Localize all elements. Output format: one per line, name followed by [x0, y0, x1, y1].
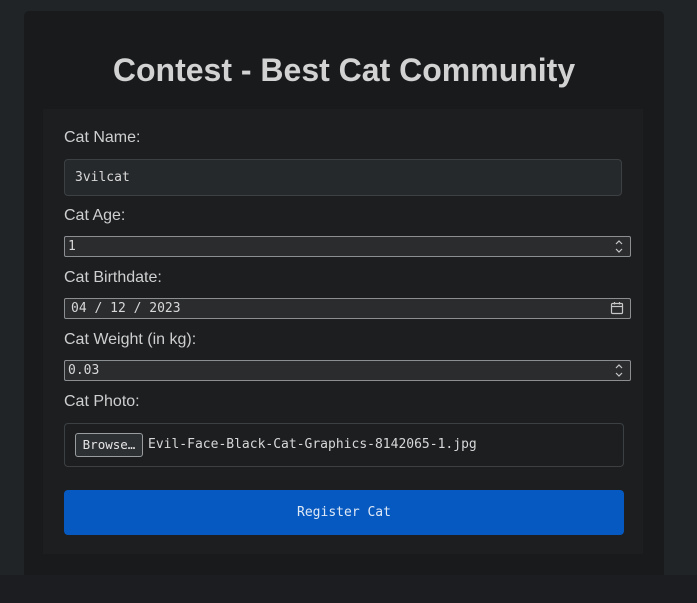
- photo-filename: Evil-Face-Black-Cat-Graphics-8142065-1.j…: [148, 437, 477, 452]
- cat-name-label: Cat Name:: [64, 129, 141, 146]
- spinner-arrows-icon[interactable]: [614, 238, 624, 255]
- cat-photo-input[interactable]: Browse… Evil-Face-Black-Cat-Graphics-814…: [64, 423, 624, 467]
- page-title: Contest - Best Cat Community: [112, 52, 576, 88]
- calendar-icon[interactable]: [610, 301, 624, 315]
- birthdate-month[interactable]: 04: [71, 301, 87, 316]
- browse-button[interactable]: Browse…: [75, 433, 143, 457]
- cat-birthdate-input[interactable]: 04 / 12 / 2023: [64, 298, 631, 319]
- cat-birthdate-label: Cat Birthdate:: [64, 269, 162, 286]
- cat-weight-value: 0.03: [68, 363, 100, 378]
- cat-age-label: Cat Age:: [64, 207, 126, 224]
- cat-weight-input[interactable]: 0.03: [64, 360, 631, 381]
- registration-card: Contest - Best Cat Community Cat Name: 3…: [24, 11, 664, 575]
- cat-weight-label: Cat Weight (in kg):: [64, 331, 197, 348]
- registration-form: Cat Name: 3vilcat Cat Age: 1 Cat Birthda…: [43, 109, 643, 554]
- cat-name-input[interactable]: 3vilcat: [64, 159, 622, 196]
- page-footer-strip: [0, 575, 697, 603]
- register-cat-button[interactable]: Register Cat: [64, 490, 624, 535]
- birthdate-value: 04 / 12 / 2023: [71, 299, 181, 318]
- spinner-arrows-icon[interactable]: [614, 362, 624, 379]
- cat-name-value: 3vilcat: [75, 170, 130, 185]
- cat-age-value: 1: [68, 239, 76, 254]
- cat-photo-label: Cat Photo:: [64, 393, 140, 410]
- birthdate-day[interactable]: 12: [110, 301, 126, 316]
- cat-age-input[interactable]: 1: [64, 236, 631, 257]
- birthdate-year[interactable]: 2023: [149, 301, 180, 316]
